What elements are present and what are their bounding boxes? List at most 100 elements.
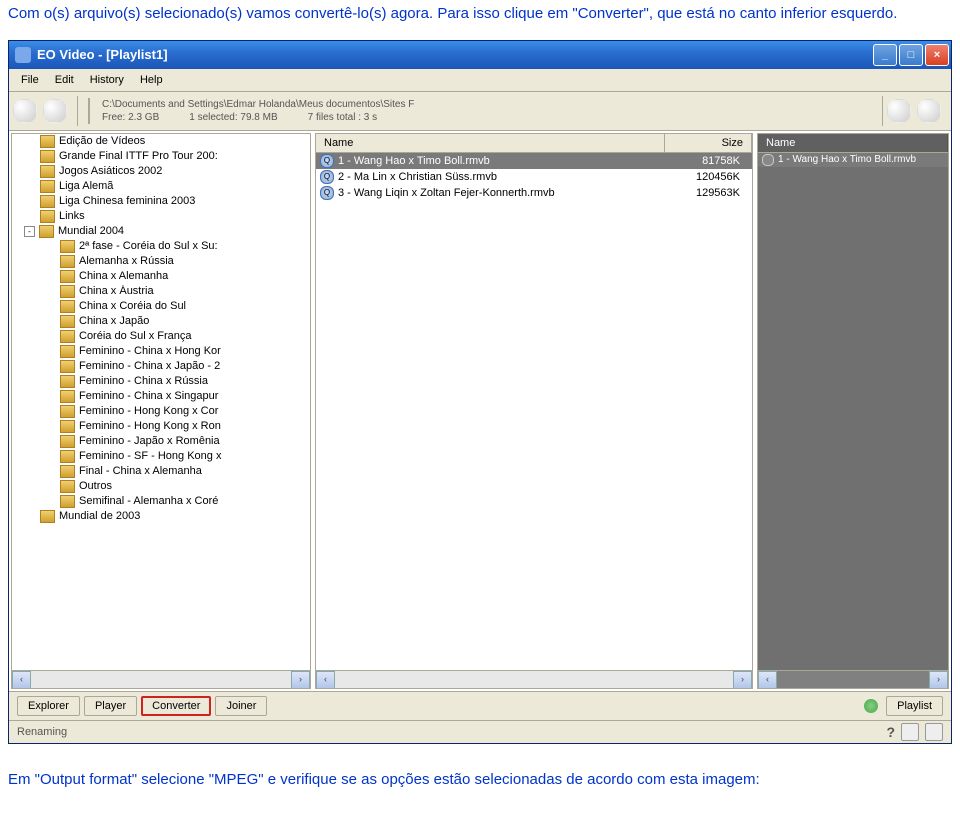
file-item[interactable]: Q1 - Wang Hao x Timo Boll.rmvb81758K	[316, 153, 752, 169]
file-item[interactable]: Q2 - Ma Lin x Christian Süss.rmvb120456K	[316, 169, 752, 185]
folder-label: Semifinal - Alemanha x Coré	[79, 495, 306, 507]
folder-item[interactable]: Feminino - China x Singapur	[12, 389, 310, 404]
col-name[interactable]: Name	[316, 134, 665, 152]
folder-item[interactable]: Feminino - Japão x Romênia	[12, 434, 310, 449]
maximize-button[interactable]: □	[899, 44, 923, 66]
col-name[interactable]: Name	[758, 134, 948, 152]
folder-icon	[40, 165, 55, 178]
tab-explorer[interactable]: Explorer	[17, 696, 80, 716]
folder-item[interactable]: China x Coréia do Sul	[12, 299, 310, 314]
folder-item[interactable]: Mundial de 2003	[12, 509, 310, 524]
file-list[interactable]: Q1 - Wang Hao x Timo Boll.rmvb81758KQ2 -…	[316, 153, 752, 670]
nav-back-button[interactable]	[13, 99, 37, 123]
folder-label: 2ª fase - Coréia do Sul x Su:	[79, 240, 306, 252]
divider	[77, 96, 78, 126]
scroll-left-icon[interactable]: ‹	[316, 671, 335, 689]
folder-item[interactable]: Feminino - China x Rússia	[12, 374, 310, 389]
folder-label: Final - China x Alemanha	[79, 465, 306, 477]
col-size[interactable]: Size	[665, 134, 752, 152]
folder-icon	[40, 135, 55, 148]
folder-item[interactable]: Feminino - Hong Kong x Ron	[12, 419, 310, 434]
folder-item[interactable]: Jogos Asiáticos 2002	[12, 164, 310, 179]
folder-item[interactable]: - Mundial 2004	[12, 224, 310, 239]
tree-scrollbar[interactable]: ‹›	[12, 670, 310, 688]
folder-item[interactable]: Alemanha x Rússia	[12, 254, 310, 269]
expand-toggle-icon[interactable]: -	[24, 226, 35, 237]
folder-icon	[60, 435, 75, 448]
playlist-indicator-icon[interactable]	[864, 699, 878, 713]
folder-item[interactable]: Feminino - China x Japão - 2	[12, 359, 310, 374]
titlebar: EO Video - [Playlist1] _ □ ×	[9, 41, 951, 69]
folder-label: Jogos Asiáticos 2002	[59, 165, 306, 177]
files-scrollbar[interactable]: ‹›	[316, 670, 752, 688]
folder-icon	[60, 420, 75, 433]
folder-tree[interactable]: Edição de VídeosGrande Final ITTF Pro To…	[12, 134, 310, 670]
folder-icon	[60, 480, 75, 493]
file-size: 81758K	[660, 155, 748, 167]
tab-player[interactable]: Player	[84, 696, 137, 716]
statusbar: Renaming ?	[9, 720, 951, 743]
playlist-scrollbar[interactable]: ‹›	[758, 670, 948, 688]
file-size: 129563K	[660, 187, 748, 199]
folder-item[interactable]: China x Alemanha	[12, 269, 310, 284]
status-icon-2[interactable]	[925, 723, 943, 741]
close-button[interactable]: ×	[925, 44, 949, 66]
file-item[interactable]: Q3 - Wang Liqin x Zoltan Fejer-Konnerth.…	[316, 185, 752, 201]
help-icon[interactable]: ?	[886, 724, 895, 740]
scroll-right-icon[interactable]: ›	[291, 671, 310, 689]
folder-tree-pane: Edição de VídeosGrande Final ITTF Pro To…	[11, 133, 311, 689]
folder-item[interactable]: 2ª fase - Coréia do Sul x Su:	[12, 239, 310, 254]
folder-label: Feminino - China x Japão - 2	[79, 360, 306, 372]
minimize-button[interactable]: _	[873, 44, 897, 66]
folder-icon	[60, 405, 75, 418]
folder-item[interactable]: Grande Final ITTF Pro Tour 200:	[12, 149, 310, 164]
folder-item[interactable]: Liga Chinesa feminina 2003	[12, 194, 310, 209]
menu-file[interactable]: File	[13, 72, 47, 88]
menu-history[interactable]: History	[82, 72, 132, 88]
folder-item[interactable]: Feminino - Hong Kong x Cor	[12, 404, 310, 419]
folder-label: Alemanha x Rússia	[79, 255, 306, 267]
playlist-columns: Name	[758, 134, 948, 153]
file-list-pane: Name Size Q1 - Wang Hao x Timo Boll.rmvb…	[315, 133, 753, 689]
tab-converter[interactable]: Converter	[141, 696, 211, 716]
playlist[interactable]: 1 - Wang Hao x Timo Boll.rmvb	[758, 153, 948, 670]
folder-item[interactable]: Edição de Vídeos	[12, 134, 310, 149]
folder-icon	[60, 450, 75, 463]
folder-item[interactable]: China x Japão	[12, 314, 310, 329]
menu-help[interactable]: Help	[132, 72, 171, 88]
scroll-left-icon[interactable]: ‹	[12, 671, 31, 689]
menu-edit[interactable]: Edit	[47, 72, 82, 88]
folder-item[interactable]: Feminino - China x Hong Kor	[12, 344, 310, 359]
scroll-left-icon[interactable]: ‹	[758, 671, 777, 689]
folder-label: Feminino - Hong Kong x Cor	[79, 405, 306, 417]
folder-label: Feminino - China x Rússia	[79, 375, 306, 387]
nav-forward-button[interactable]	[43, 99, 67, 123]
folder-item[interactable]: Coréia do Sul x França	[12, 329, 310, 344]
folder-item[interactable]: Semifinal - Alemanha x Coré	[12, 494, 310, 509]
status-icon-1[interactable]	[901, 723, 919, 741]
folder-label: Liga Alemã	[59, 180, 306, 192]
folder-item[interactable]: Final - China x Alemanha	[12, 464, 310, 479]
folder-item[interactable]: China x Áustria	[12, 284, 310, 299]
app-icon	[15, 47, 31, 63]
folder-label: China x Japão	[79, 315, 306, 327]
playlist-pane: Name 1 - Wang Hao x Timo Boll.rmvb ‹›	[757, 133, 949, 689]
playlist-prev-button[interactable]	[887, 99, 911, 123]
tab-playlist[interactable]: Playlist	[886, 696, 943, 716]
menubar: File Edit History Help	[9, 69, 951, 92]
folder-item[interactable]: Links	[12, 209, 310, 224]
folder-icon	[40, 210, 55, 223]
folder-label: Feminino - China x Hong Kor	[79, 345, 306, 357]
folder-label: Mundial 2004	[58, 225, 306, 237]
folder-label: Grande Final ITTF Pro Tour 200:	[59, 150, 306, 162]
folder-icon	[60, 300, 75, 313]
tab-joiner[interactable]: Joiner	[215, 696, 267, 716]
folder-item[interactable]: Outros	[12, 479, 310, 494]
scroll-right-icon[interactable]: ›	[929, 671, 948, 689]
media-file-icon: Q	[320, 154, 334, 168]
folder-item[interactable]: Feminino - SF - Hong Kong x	[12, 449, 310, 464]
folder-item[interactable]: Liga Alemã	[12, 179, 310, 194]
playlist-next-button[interactable]	[917, 99, 941, 123]
playlist-item[interactable]: 1 - Wang Hao x Timo Boll.rmvb	[758, 153, 948, 167]
scroll-right-icon[interactable]: ›	[733, 671, 752, 689]
